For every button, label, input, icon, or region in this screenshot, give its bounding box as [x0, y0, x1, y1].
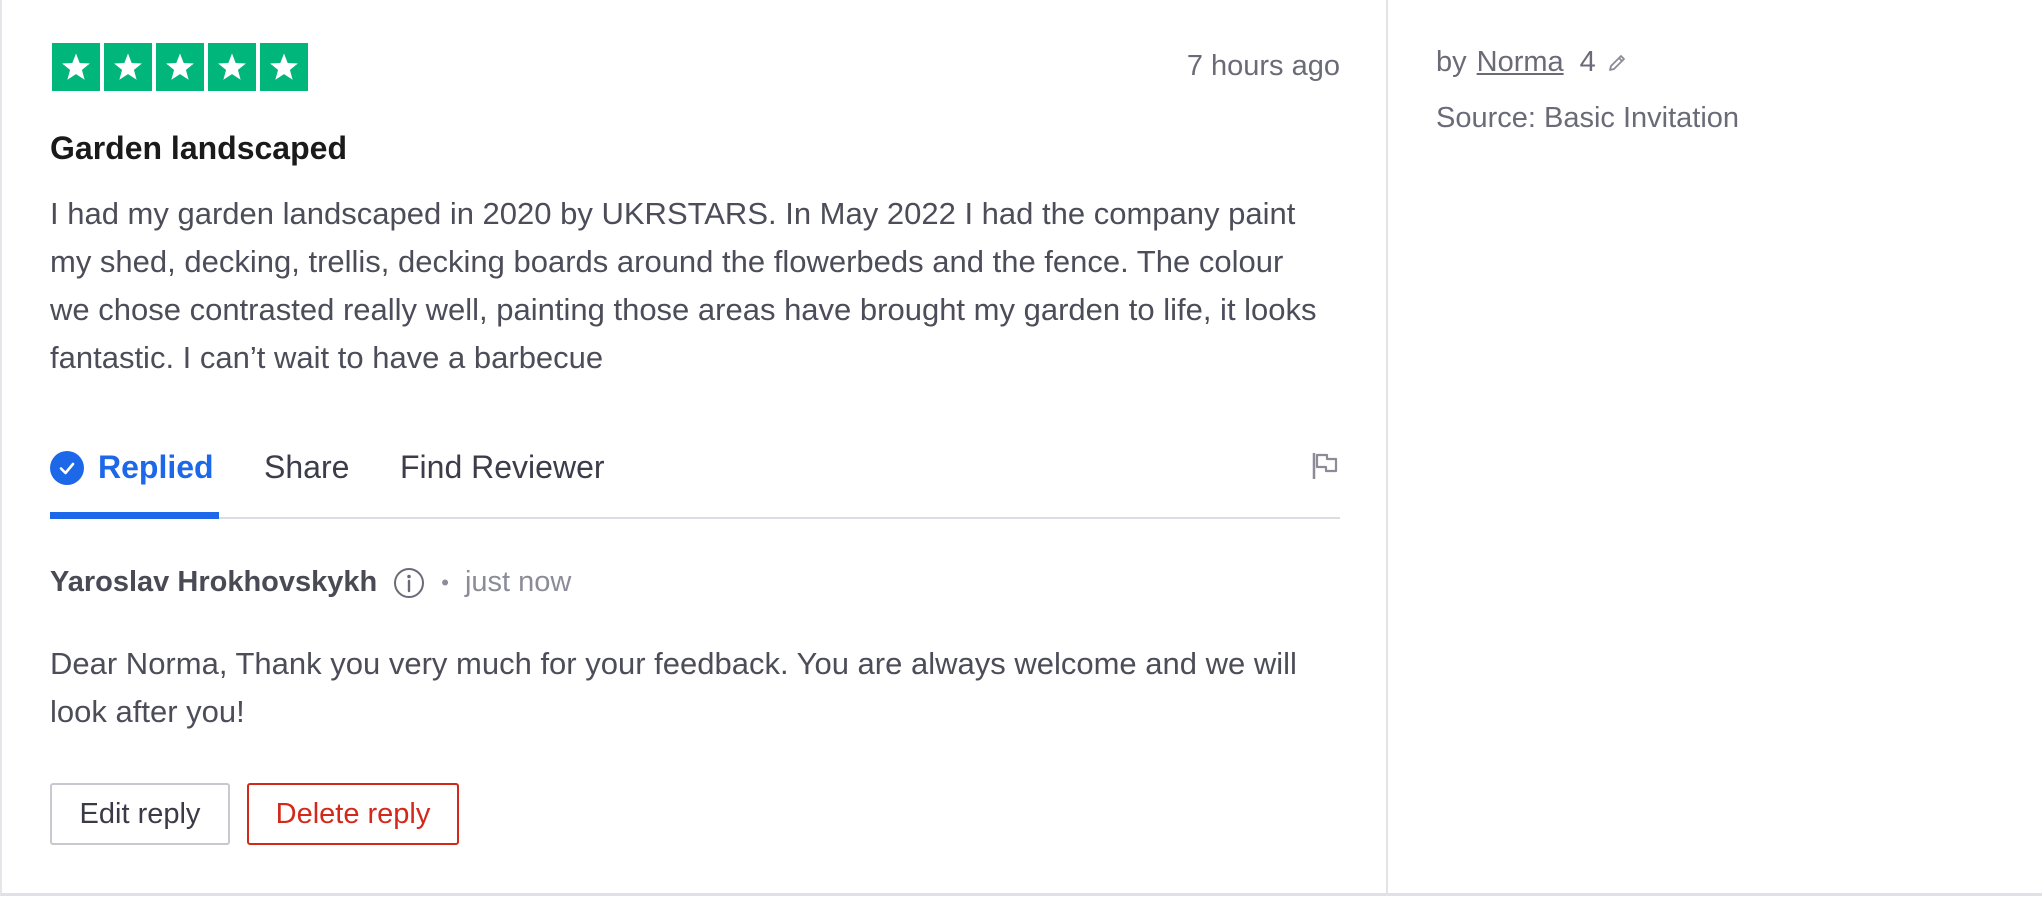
- review-source: Source: Basic Invitation: [1436, 102, 1740, 134]
- review-main: 7 hours ago Garden landscaped I had my g…: [50, 0, 1340, 896]
- review-time: 7 hours ago: [1186, 50, 1340, 82]
- star-icon: [156, 43, 204, 91]
- star-icon: [52, 43, 100, 91]
- by-prefix: by: [1436, 46, 1467, 78]
- tab-find-reviewer[interactable]: Find Reviewer: [400, 449, 605, 486]
- tab-replied-label: Replied: [98, 449, 214, 485]
- review-title: Garden landscaped: [50, 130, 347, 166]
- pencil-icon[interactable]: [1606, 52, 1628, 74]
- delete-reply-button[interactable]: Delete reply: [247, 783, 459, 845]
- star-icon: [260, 43, 308, 91]
- reply-time: just now: [464, 566, 572, 598]
- star-rating: [52, 43, 308, 91]
- reviewer-name-link[interactable]: Norma: [1477, 46, 1564, 79]
- review-card: 7 hours ago Garden landscaped I had my g…: [0, 0, 2042, 896]
- review-actions-tabs: Replied Share Find Reviewer: [50, 435, 1340, 519]
- review-body: I had my garden landscaped in 2020 by UK…: [50, 196, 1317, 375]
- reply-header: Yaroslav Hrokhovskykh • just now: [50, 566, 571, 599]
- active-tab-indicator: [50, 512, 219, 519]
- column-divider: [1386, 0, 1388, 896]
- tab-share[interactable]: Share: [264, 449, 349, 486]
- review-count: 4: [1579, 46, 1596, 78]
- tab-replied[interactable]: Replied: [50, 449, 214, 486]
- separator-dot: •: [441, 569, 449, 595]
- info-icon[interactable]: [393, 567, 425, 599]
- reviewer-line: by Norma 4: [1436, 46, 1628, 79]
- reply-text: Dear Norma, Thank you very much for your…: [50, 646, 1297, 729]
- check-circle-icon: [50, 450, 84, 485]
- flag-icon[interactable]: [1310, 451, 1340, 481]
- reply-author: Yaroslav Hrokhovskykh: [50, 566, 378, 598]
- star-icon: [208, 43, 256, 91]
- star-icon: [104, 43, 152, 91]
- edit-reply-button[interactable]: Edit reply: [50, 783, 230, 845]
